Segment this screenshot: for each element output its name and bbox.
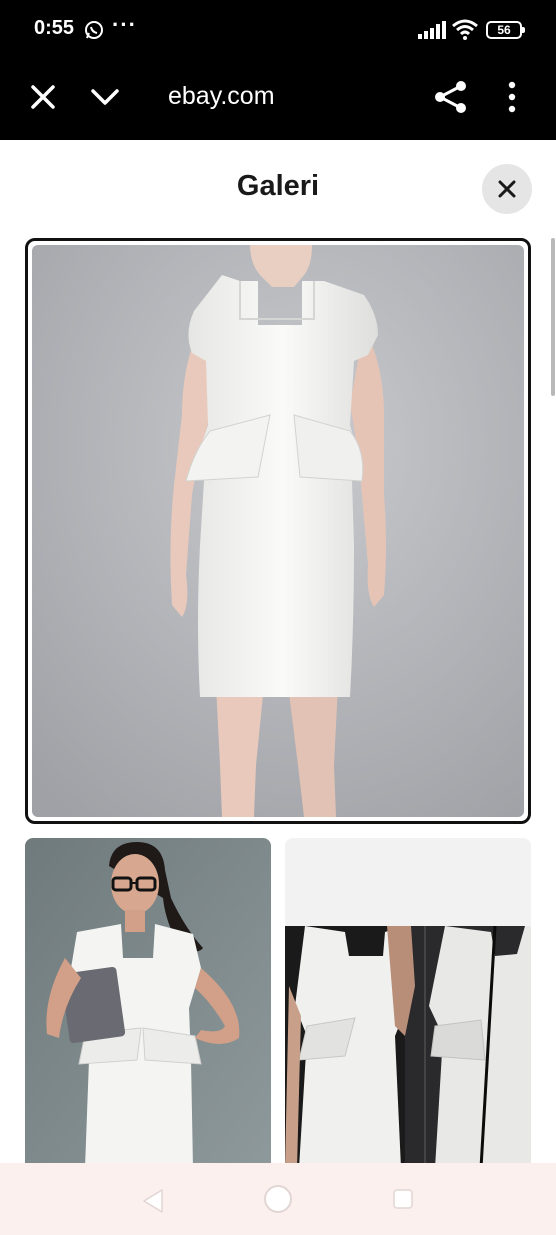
wifi-icon [452, 19, 478, 40]
close-icon [498, 180, 516, 198]
dress-photo-main [32, 245, 524, 817]
dress-photo-model-glasses [25, 838, 271, 1168]
gallery-title: Galeri [236, 170, 320, 202]
gallery-header: Galeri [0, 140, 556, 236]
recents-icon[interactable] [392, 1188, 414, 1210]
gallery-close-button[interactable] [482, 164, 532, 214]
back-icon[interactable] [140, 1187, 166, 1215]
scrollbar[interactable] [551, 238, 555, 396]
system-nav-bar [0, 1163, 556, 1235]
more-vertical-icon[interactable] [500, 80, 524, 114]
home-icon[interactable] [262, 1183, 294, 1215]
close-icon[interactable] [26, 80, 60, 114]
dress-photo-mirror [285, 926, 531, 1168]
gallery-thumbnail[interactable] [25, 838, 271, 1168]
battery-icon: 56 [486, 21, 525, 39]
chevron-down-icon[interactable] [88, 80, 122, 114]
status-more-dots: ··· [112, 12, 137, 37]
gallery-thumbnail[interactable] [285, 838, 531, 1168]
browser-toolbar: ebay.com [0, 60, 556, 140]
status-bar: 0:55 ··· 56 [0, 0, 556, 60]
url-text[interactable]: ebay.com [168, 82, 275, 111]
status-time: 0:55 [34, 17, 75, 39]
whatsapp-icon [85, 21, 103, 39]
gallery-main-image[interactable] [25, 238, 531, 824]
dress-illustration [32, 245, 524, 817]
signal-icon [418, 21, 446, 39]
share-icon[interactable] [432, 78, 470, 116]
